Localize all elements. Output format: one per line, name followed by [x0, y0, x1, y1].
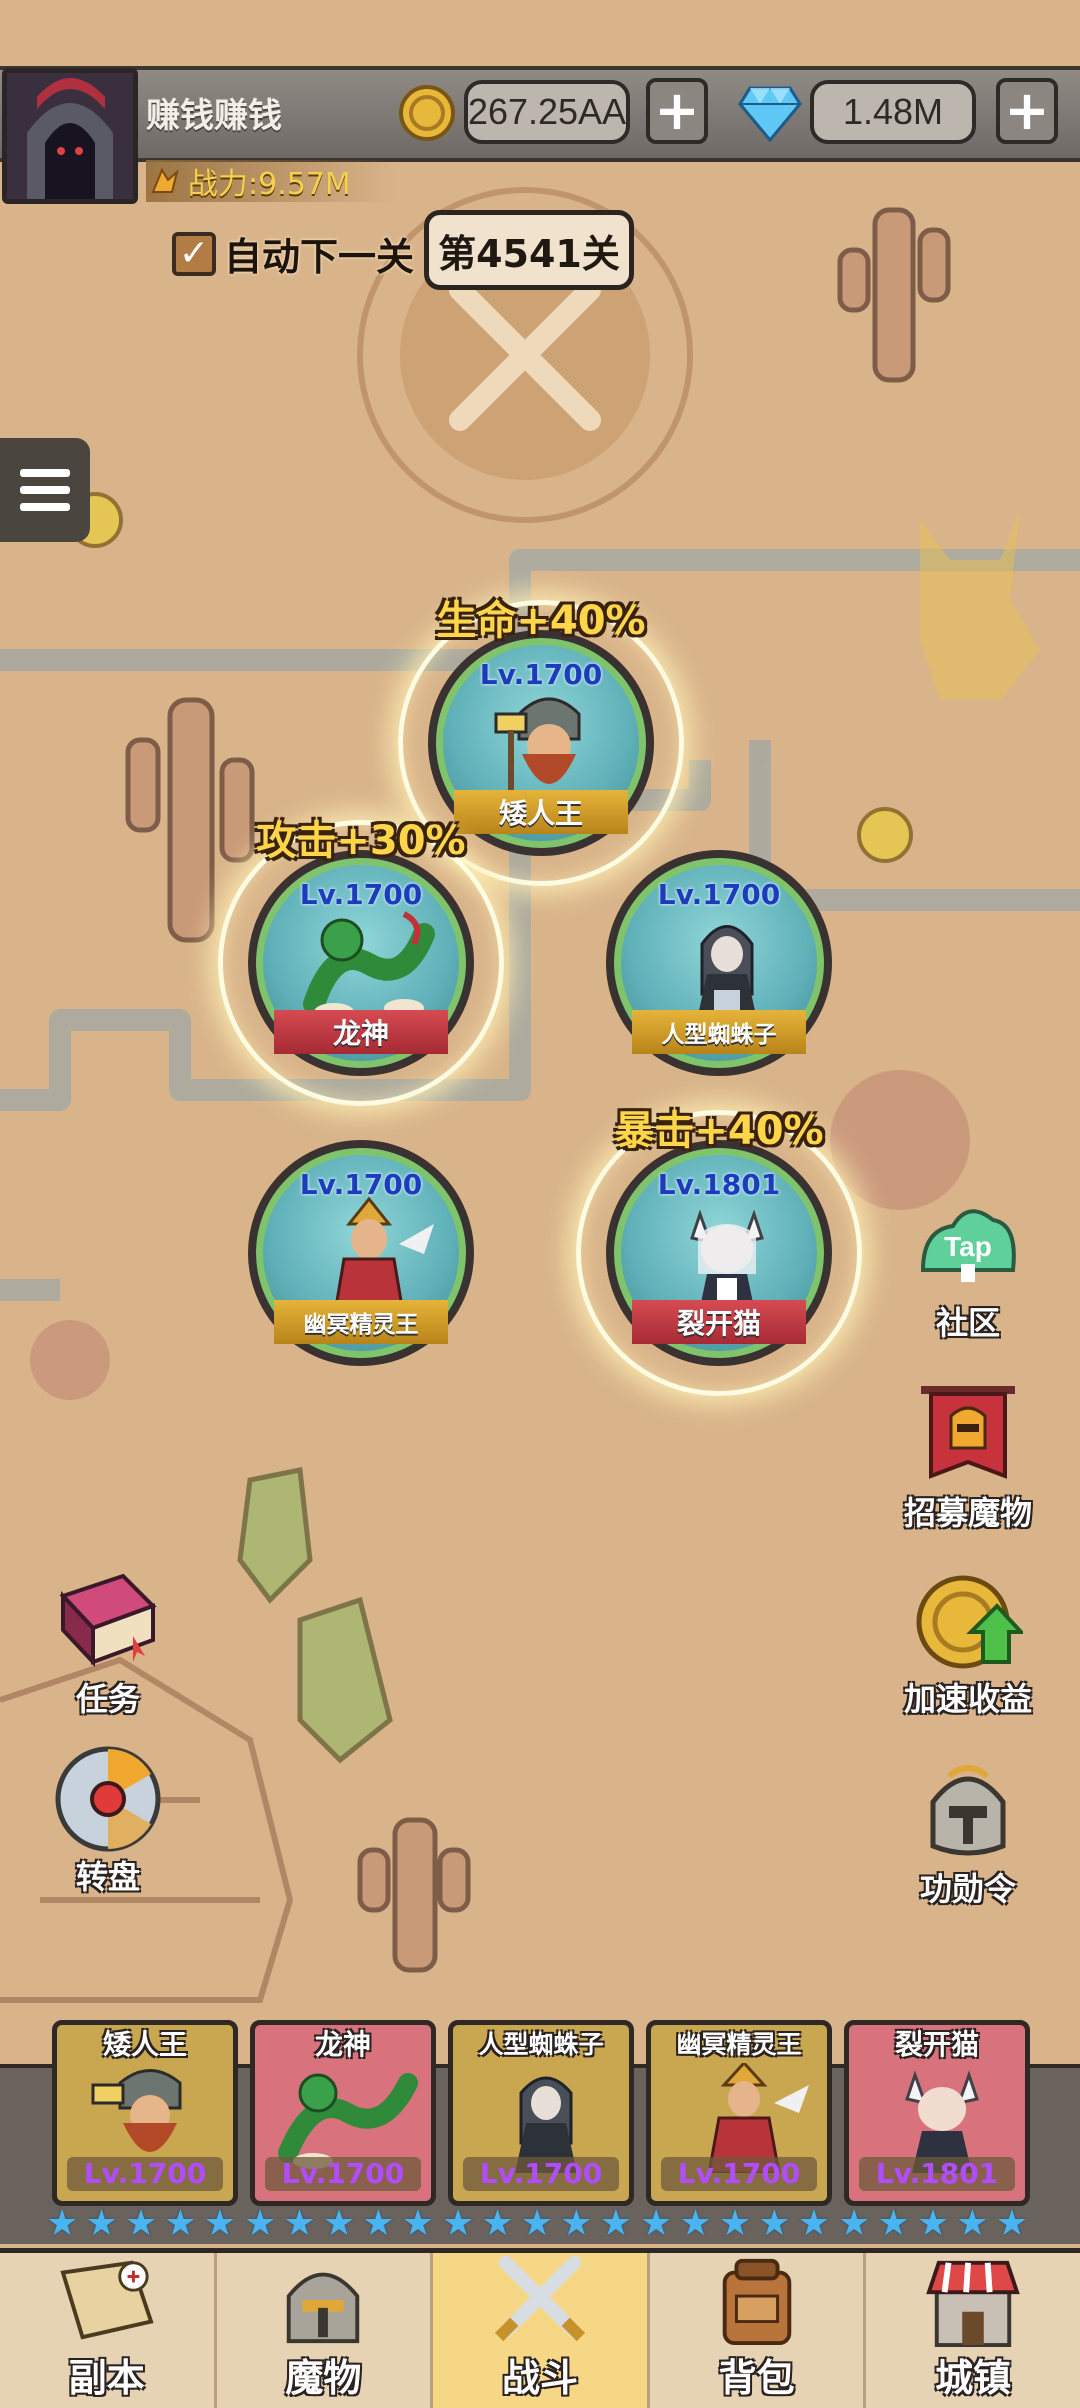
roster-name: 裂开猫 [894, 2028, 979, 2061]
roster-card-nether-elf-king[interactable]: 幽冥精灵王 Lv.1700 [646, 2020, 832, 2206]
speed-up-label: 加速收益 [903, 1680, 1032, 1718]
roster-level: Lv.1700 [463, 2157, 619, 2191]
roster-level: Lv.1700 [265, 2157, 421, 2191]
star-rating: ★ ★ ★ ★ ★ [244, 2203, 434, 2244]
roster-level: Lv.1700 [661, 2157, 817, 2191]
community-button[interactable]: Tap 社区 [888, 1190, 1048, 1344]
formation-slot-dragon-god[interactable]: Lv.1700 龙神 攻击+30% [218, 818, 504, 1106]
star-rating: ★ ★ ★ ★ ★ [442, 2203, 632, 2244]
star-rating: ★ ★ ★ ★ ★ [46, 2203, 236, 2244]
speed-up-income-button[interactable]: 加速收益 [888, 1566, 1048, 1720]
tasks-button[interactable]: 任务 [28, 1566, 188, 1720]
roster-level: Lv.1801 [859, 2157, 1015, 2191]
tab-label: 副本 [68, 2356, 145, 2400]
unit-level: Lv.1700 [657, 878, 781, 911]
formation-slot-spider-girl[interactable]: Lv.1700 人型蜘蛛子 [606, 850, 832, 1076]
unit-level: Lv.1700 [479, 658, 603, 691]
auto-next-toggle[interactable]: ✓ 自动下一关 [172, 226, 414, 281]
monster-helmet-icon [287, 2272, 360, 2344]
gold-amount: 267.25AA [464, 80, 630, 144]
merit-order-button[interactable]: 功勋令 [888, 1756, 1048, 1910]
roster-card-split-cat[interactable]: 裂开猫 Lv.1801 [844, 2020, 1030, 2206]
helmet-icon [930, 1765, 1006, 1856]
wheel-label: 转盘 [75, 1858, 140, 1896]
tab-monsters[interactable]: 魔物 [217, 2253, 434, 2408]
tab-label: 城镇 [935, 2356, 1012, 2400]
unit-level: Lv.1801 [657, 1168, 781, 1201]
unit-buff: 生命+40% [436, 598, 646, 644]
power-value: 战力:9.57M [188, 167, 351, 202]
roster-card-dwarf-king[interactable]: 矮人王 Lv.1700 [52, 2020, 238, 2206]
tab-town[interactable]: 城镇 [866, 2253, 1080, 2408]
tab-battle[interactable]: 战斗 [433, 2253, 650, 2408]
auto-next-checkbox[interactable]: ✓ [172, 231, 216, 276]
tab-backpack[interactable]: 背包 [650, 2253, 867, 2408]
book-icon [59, 1573, 157, 1668]
unit-buff: 暴击+40% [614, 1108, 824, 1154]
diamond-icon [738, 86, 802, 142]
unit-name: 裂开猫 [632, 1300, 806, 1344]
roster-level: Lv.1700 [67, 2157, 223, 2191]
unit-buff: 攻击+30% [256, 818, 466, 864]
roster-card-dragon-god[interactable]: 龙神 Lv.1700 [250, 2020, 436, 2206]
backpack-icon [722, 2258, 791, 2346]
gem-amount: 1.48M [810, 80, 976, 144]
crossed-swords-icon [494, 2255, 586, 2342]
roster-name: 龙神 [314, 2028, 371, 2061]
tab-dungeon[interactable]: 副本 [0, 2253, 217, 2408]
roster-name: 人型蜘蛛子 [478, 2030, 604, 2059]
add-gold-button[interactable]: + [646, 78, 708, 144]
community-badge: Tap [944, 1231, 992, 1262]
menu-icon-line [20, 486, 70, 494]
star-rating: ★ ★ ★ ★ ★ [640, 2203, 830, 2244]
recruit-label: 招募魔物 [903, 1494, 1032, 1532]
spin-wheel-icon [55, 1746, 161, 1852]
unit-level: Lv.1700 [299, 878, 423, 911]
menu-button[interactable] [0, 438, 90, 542]
tab-label: 战斗 [501, 2356, 578, 2400]
bottom-navigation: 副本 魔物 战斗 背包 城镇 [0, 2248, 1080, 2408]
unit-name: 人型蜘蛛子 [632, 1010, 806, 1054]
player-name: 赚钱赚钱 [146, 96, 282, 136]
roster-card-spider-girl[interactable]: 人型蜘蛛子 Lv.1700 [448, 2020, 634, 2206]
combat-power: 战力:9.57M [146, 160, 396, 202]
player-avatar[interactable] [2, 68, 138, 204]
tab-label: 背包 [718, 2356, 795, 2400]
coin-boost-icon [916, 1575, 1026, 1669]
roster-name: 矮人王 [102, 2028, 187, 2061]
unit-name: 龙神 [274, 1010, 448, 1054]
roster-name: 幽冥精灵王 [676, 2030, 802, 2059]
unit-name: 幽冥精灵王 [274, 1300, 448, 1344]
menu-icon-line [20, 469, 70, 477]
auto-next-label: 自动下一关 [224, 235, 415, 279]
map-scroll-icon [60, 2260, 154, 2340]
shop-building-icon [926, 2260, 1020, 2347]
recruit-monster-button[interactable]: 招募魔物 [888, 1380, 1048, 1534]
merit-label: 功勋令 [919, 1870, 1016, 1908]
formation-slot-nether-elf-king[interactable]: Lv.1700 幽冥精灵王 [248, 1140, 474, 1366]
gold-coin-icon [399, 85, 455, 141]
wheel-button[interactable]: 转盘 [28, 1744, 188, 1898]
star-rating: ★ ★ ★ ★ ★ [838, 2203, 1028, 2244]
community-label: 社区 [935, 1304, 1000, 1342]
recruit-banner-icon [921, 1386, 1015, 1479]
tasks-label: 任务 [75, 1680, 140, 1718]
formation-slot-split-cat[interactable]: Lv.1801 裂开猫 暴击+40% [576, 1108, 862, 1396]
unit-level: Lv.1700 [299, 1168, 423, 1201]
menu-icon-line [20, 503, 70, 511]
tab-label: 魔物 [285, 2356, 362, 2400]
hooded-hero-portrait [7, 73, 133, 199]
tap-community-icon: Tap [920, 1209, 1016, 1282]
stage-number: 第4541关 [424, 210, 634, 290]
add-gems-button[interactable]: + [996, 78, 1058, 144]
power-icon [151, 167, 179, 193]
